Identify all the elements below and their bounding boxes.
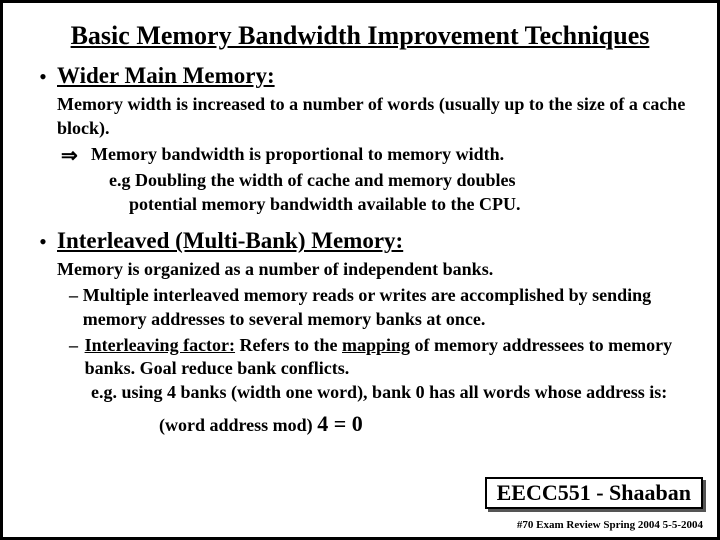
b1-arrow-text: Memory bandwidth is proportional to memo…	[91, 143, 504, 169]
b2-paragraph: Memory is organized as a number of indep…	[57, 258, 691, 282]
bullet-2-heading: Interleaved (Multi-Bank) Memory:	[57, 228, 403, 256]
slide-title: Basic Memory Bandwidth Improvement Techn…	[29, 21, 691, 51]
b1-paragraph: Memory width is increased to a number of…	[57, 93, 691, 141]
bullet-dot: •	[29, 63, 57, 91]
footer-meta: #70 Exam Review Spring 2004 5-5-2004	[517, 519, 703, 531]
bullet-dot: •	[29, 228, 57, 256]
dash-icon: –	[69, 334, 85, 382]
b2-d2-label: Interleaving factor:	[85, 335, 235, 355]
b2-d1-text: Multiple interleaved memory reads or wri…	[83, 284, 691, 332]
footer-box: EECC551 - Shaaban	[485, 477, 703, 509]
bullet-1-heading: Wider Main Memory:	[57, 63, 275, 91]
slide: Basic Memory Bandwidth Improvement Techn…	[0, 0, 720, 540]
bullet-2: • Interleaved (Multi-Bank) Memory:	[29, 228, 691, 256]
dash-icon: –	[69, 284, 83, 332]
implies-icon: ⇒	[61, 143, 91, 169]
eq-prefix: (word address mod)	[159, 415, 317, 435]
eq-value: 4 = 0	[317, 411, 363, 436]
b1-implication: ⇒ Memory bandwidth is proportional to me…	[57, 143, 691, 169]
b2-d2-part1: Refers to the	[235, 335, 342, 355]
b2-dash-2: – Interleaving factor: Refers to the map…	[69, 334, 691, 382]
b2-example: e.g. using 4 banks (width one word), ban…	[91, 381, 691, 405]
b2-d2-text: Interleaving factor: Refers to the mappi…	[85, 334, 691, 382]
b2-d2-mapping: mapping	[342, 335, 410, 355]
bullet-2-body: Memory is organized as a number of indep…	[57, 258, 691, 405]
equation: (word address mod) 4 = 0	[159, 411, 691, 437]
b2-dash-1: – Multiple interleaved memory reads or w…	[69, 284, 691, 332]
bullet-1: • Wider Main Memory:	[29, 63, 691, 91]
bullet-1-body: Memory width is increased to a number of…	[57, 93, 691, 216]
b1-example-line2: potential memory bandwidth available to …	[129, 193, 691, 217]
b1-example-line1: e.g Doubling the width of cache and memo…	[109, 169, 691, 193]
